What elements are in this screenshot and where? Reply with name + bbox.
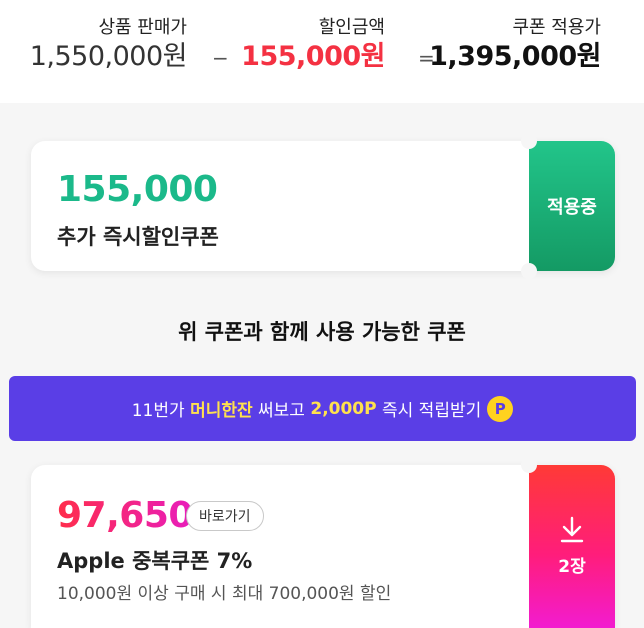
final-price: 쿠폰 적용가 1,395,000원 (429, 16, 601, 74)
shortcut-button[interactable]: 바로가기 (186, 501, 264, 531)
applied-coupon-name: 추가 즉시할인쿠폰 (57, 225, 219, 249)
final-price-value: 1,395,000원 (429, 41, 601, 72)
final-price-label: 쿠폰 적용가 (512, 17, 601, 38)
banner-points: 2,000P (310, 398, 377, 419)
compatible-coupons-heading: 위 쿠폰과 함께 사용 가능한 쿠폰 (178, 320, 466, 344)
original-price-label: 상품 판매가 (98, 17, 187, 38)
ticket-notch (521, 457, 537, 473)
coupon-count: 2장 (558, 557, 586, 577)
ticket-notch (521, 133, 537, 149)
discount-amount-label: 할인금액 (318, 17, 385, 38)
banner-suffix: 즉시 적립받기 (376, 401, 482, 421)
applied-coupon-amount: 155,000 (57, 169, 218, 210)
discount-amount-value: 155,000원 (241, 41, 385, 72)
money-promo-banner[interactable]: 11번가 머니한잔 써보고 2,000P 즉시 적립받기 P (9, 376, 636, 441)
applied-status-label: 적용중 (547, 197, 597, 218)
applied-coupon-card: 155,000 추가 즉시할인쿠폰 적용중 (31, 133, 615, 279)
original-price-value: 1,550,000원 (29, 41, 188, 72)
point-coin-icon: P (487, 395, 514, 422)
extra-coupon-amount: 97,650 (57, 495, 193, 536)
banner-middle: 써보고 (252, 401, 311, 421)
banner-highlight: 머니한잔 (190, 401, 253, 421)
minus-sign: − (212, 46, 229, 70)
extra-coupon-description: 10,000원 이상 구매 시 최대 700,000원 할인 (57, 584, 392, 604)
original-price: 상품 판매가 1,550,000원 (29, 16, 188, 74)
ticket-notch (521, 263, 537, 279)
discount-amount: 할인금액 155,000원 (241, 16, 385, 74)
price-summary: 상품 판매가 1,550,000원 − 할인금액 155,000원 = 쿠폰 적… (0, 0, 644, 103)
banner-prefix: 11번가 (131, 401, 191, 421)
applied-status-button[interactable]: 적용중 (529, 141, 615, 271)
extra-coupon-card: 97,650 바로가기 Apple 중복쿠폰 7% 10,000원 이상 구매 … (31, 457, 615, 628)
download-icon (560, 516, 584, 543)
extra-coupon-name: Apple 중복쿠폰 7% (57, 549, 253, 573)
download-coupon-button[interactable]: 2장 (529, 465, 615, 628)
